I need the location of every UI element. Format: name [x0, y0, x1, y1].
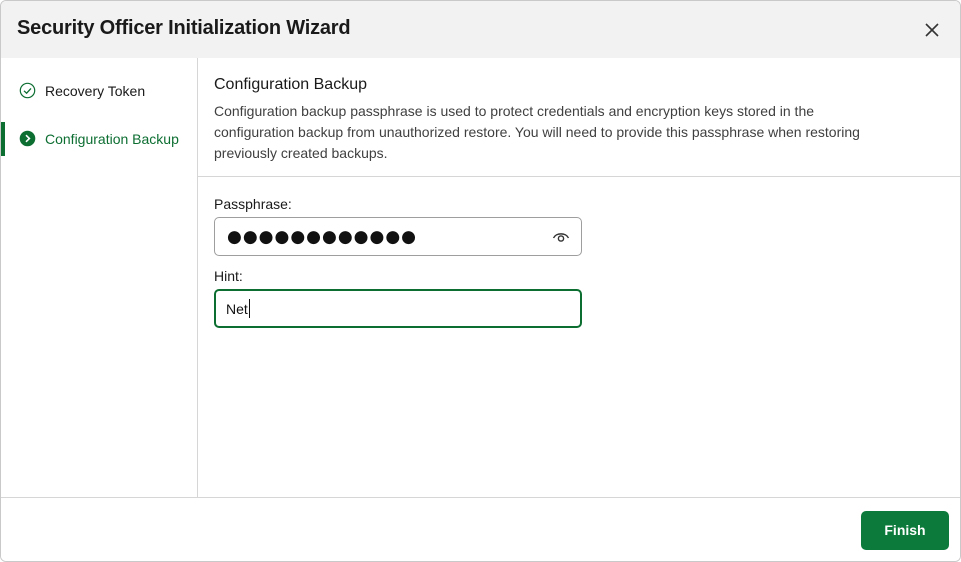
sidebar-item-label: Configuration Backup — [45, 131, 179, 147]
check-circle-icon — [19, 82, 36, 99]
wizard-steps-sidebar: Recovery Token Configuration Backup — [1, 58, 198, 497]
hint-field[interactable]: Net — [214, 289, 582, 328]
close-icon — [925, 23, 939, 37]
active-indicator — [1, 122, 5, 156]
step-content: Configuration Backup Configuration backu… — [198, 58, 960, 497]
chevron-right-circle-icon — [19, 130, 36, 147]
passphrase-label: Passphrase: — [214, 196, 292, 212]
text-caret — [249, 299, 250, 318]
close-button[interactable] — [921, 19, 943, 41]
hint-value: Net — [226, 301, 248, 317]
sidebar-item-label: Recovery Token — [45, 83, 146, 99]
step-description: Configuration backup passphrase is used … — [214, 103, 860, 161]
step-header: Configuration Backup Configuration backu… — [198, 58, 960, 177]
dialog-title: Security Officer Initialization Wizard — [17, 17, 351, 39]
passphrase-masked-value: ●●●●●●●●●●●● — [227, 227, 418, 247]
sidebar-item-recovery-token[interactable]: Recovery Token — [1, 74, 197, 108]
step-title: Configuration Backup — [214, 76, 367, 93]
dialog-footer: Finish — [1, 497, 960, 561]
wizard-dialog: Security Officer Initialization Wizard R… — [0, 0, 961, 562]
finish-button[interactable]: Finish — [861, 511, 949, 550]
sidebar-item-configuration-backup[interactable]: Configuration Backup — [1, 122, 197, 156]
hint-label: Hint: — [214, 268, 243, 284]
title-bar: Security Officer Initialization Wizard — [1, 1, 960, 58]
eye-icon[interactable] — [552, 229, 570, 245]
passphrase-field[interactable]: ●●●●●●●●●●●● — [214, 217, 582, 256]
